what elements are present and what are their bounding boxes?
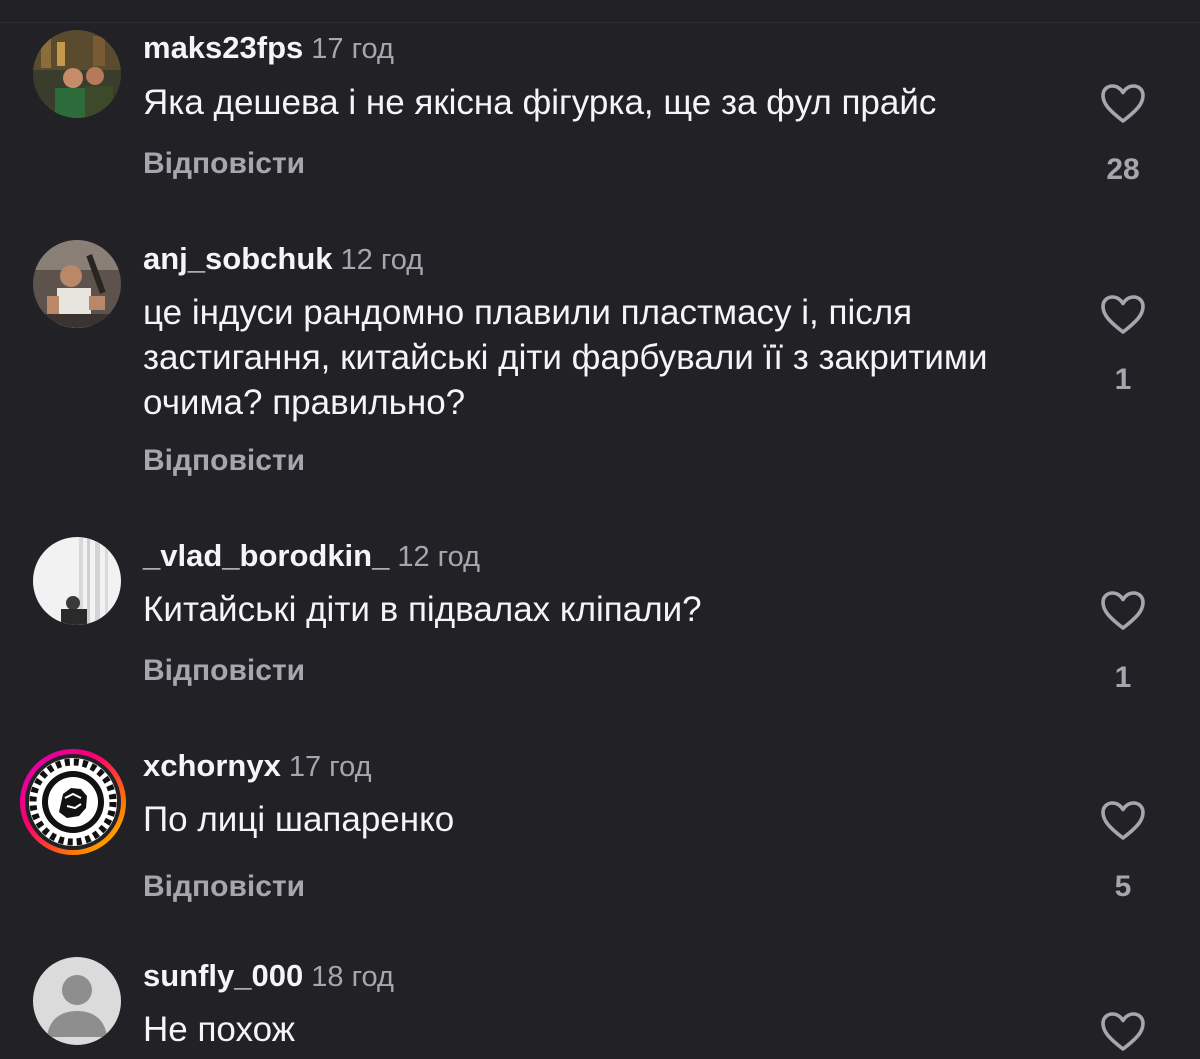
avatar[interactable] xyxy=(33,957,121,1045)
comment-meta: anj_sobchuk 12 год xyxy=(143,239,423,279)
comment-meta: xchornyx 17 год xyxy=(143,746,372,786)
username[interactable]: xchornyx xyxy=(143,748,281,783)
reply-button[interactable]: Відповісти xyxy=(143,867,305,907)
comment-text: це індуси рандомно плавили пластмасу і, … xyxy=(143,293,988,422)
reply-button[interactable]: Відповісти xyxy=(143,144,305,184)
timestamp: 17 год xyxy=(288,751,372,783)
comment-text: Китайські діти в підвалах кліпали? xyxy=(143,590,702,629)
person-silhouette-icon xyxy=(33,957,121,1045)
heart-icon[interactable] xyxy=(1100,1011,1146,1053)
reply-button[interactable]: Відповісти xyxy=(143,651,305,691)
username[interactable]: anj_sobchuk xyxy=(143,241,333,276)
heart-icon[interactable] xyxy=(1100,590,1146,632)
avatar[interactable] xyxy=(33,537,121,625)
comment-text: Яка дешева і не якісна фігурка, ще за фу… xyxy=(143,83,937,122)
timestamp: 12 год xyxy=(397,541,481,573)
username[interactable]: _vlad_borodkin_ xyxy=(143,538,389,573)
comment-text: Не похож xyxy=(143,1010,296,1049)
top-divider xyxy=(0,0,1200,23)
heart-icon[interactable] xyxy=(1100,800,1146,842)
like-count: 28 xyxy=(1106,153,1140,186)
comment-meta: maks23fps 17 год xyxy=(143,28,394,68)
timestamp: 12 год xyxy=(340,244,424,276)
comment-meta: _vlad_borodkin_ 12 год xyxy=(143,536,480,576)
reply-button[interactable]: Відповісти xyxy=(143,441,305,481)
avatar xyxy=(25,754,121,850)
heart-icon[interactable] xyxy=(1100,294,1146,336)
like-count: 1 xyxy=(1114,363,1132,396)
story-ring-avatar[interactable] xyxy=(20,749,126,855)
timestamp: 18 год xyxy=(311,961,394,993)
username[interactable]: sunfly_000 xyxy=(143,958,303,993)
comment-meta: sunfly_000 18 год xyxy=(143,956,394,996)
like-count: 1 xyxy=(1114,661,1132,694)
like-count: 5 xyxy=(1114,870,1132,903)
comment-text: По лиці шапаренко xyxy=(143,800,455,839)
avatar[interactable] xyxy=(33,30,121,118)
heart-icon[interactable] xyxy=(1100,83,1146,125)
avatar[interactable] xyxy=(33,240,121,328)
username[interactable]: maks23fps xyxy=(143,30,303,65)
timestamp: 17 год xyxy=(311,33,394,65)
